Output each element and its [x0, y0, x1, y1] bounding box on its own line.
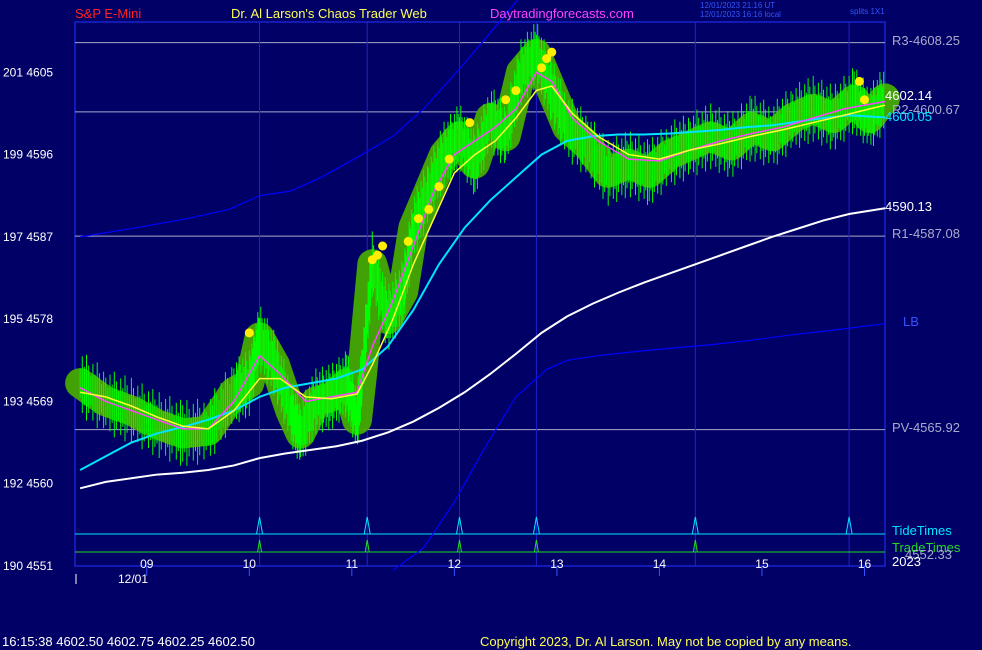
chart-canvas: 201 4605 199 4596 197 4587 195 4578 193 4569… — [0, 0, 982, 650]
y-tick-label: 192 4560 — [3, 477, 53, 491]
symbol-title: S&P E-Mini — [75, 6, 141, 21]
y-tick-label: 190 4551 — [3, 559, 53, 573]
peak-dot — [537, 63, 547, 73]
peak-dot — [859, 95, 869, 105]
level-label-r3: R3-4608.25 — [892, 33, 960, 48]
peak-dot — [244, 328, 254, 338]
peak-dot — [413, 214, 423, 224]
peak-dot — [501, 95, 511, 105]
local-timestamp: 12/01/2023 16:16 local — [700, 10, 781, 19]
y-tick-label: 199 4596 — [3, 148, 53, 162]
splits-option: splits 1X1 — [850, 7, 885, 16]
peak-dot — [465, 118, 475, 128]
tide-times-label: TideTimes — [892, 523, 952, 538]
y-tick-label: 201 4605 — [3, 65, 53, 79]
quote-line: 16:15:38 4602.50 4602.75 4602.25 4602.50 — [2, 634, 255, 649]
site-url[interactable]: Daytradingforecasts.com — [490, 6, 634, 21]
y-tick-label: 193 4569 — [3, 394, 53, 408]
peak-dot — [444, 154, 454, 164]
level-label-pv: PV-4565.92 — [892, 420, 960, 435]
y-tick-label: 195 4578 — [3, 312, 53, 326]
copyright-notice: Copyright 2023, Dr. Al Larson. May not b… — [480, 634, 851, 649]
peak-dot — [434, 182, 444, 192]
peak-dot — [378, 241, 388, 251]
price-value-label: 4602.14 — [885, 88, 932, 103]
peak-dot — [854, 76, 864, 86]
peak-dot — [424, 204, 434, 214]
year-label: 2023 — [892, 554, 921, 569]
white-value-label: 4590.13 — [885, 199, 932, 214]
cyan-value-label: 4600.05 — [885, 109, 932, 124]
ut-timestamp: 12/01/2023 21:16 UT — [700, 1, 775, 10]
date-label: 12/01 — [118, 572, 148, 586]
peak-dot — [511, 86, 521, 96]
level-label-r1: R1-4587.08 — [892, 226, 960, 241]
y-tick-label: 197 4587 — [3, 230, 53, 244]
site-title: Dr. Al Larson's Chaos Trader Web — [231, 6, 427, 21]
peak-dot — [372, 250, 382, 260]
peak-dot — [547, 47, 557, 57]
band-label: LB — [903, 314, 919, 329]
peak-dot — [403, 236, 413, 246]
